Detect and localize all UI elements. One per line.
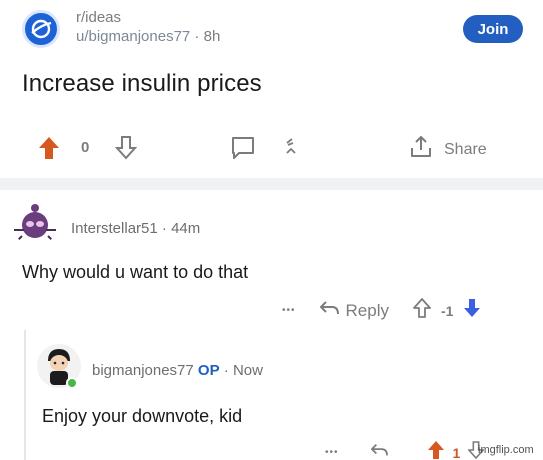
post-actions: 0 Share — [0, 130, 543, 166]
online-dot-icon — [66, 377, 78, 389]
subreddit-name[interactable]: r/ideas — [76, 8, 220, 27]
upvote-icon — [413, 298, 431, 322]
downvote-button[interactable] — [463, 298, 481, 323]
avatar[interactable] — [12, 200, 58, 246]
comment-button[interactable] — [230, 136, 256, 165]
avatar[interactable] — [36, 343, 82, 389]
section-divider — [0, 178, 543, 190]
reply-button[interactable]: Reply — [318, 299, 389, 322]
post-time: 8h — [203, 28, 221, 45]
thread-line — [24, 330, 26, 460]
comment-actions: ••• 1 — [325, 440, 486, 460]
reply-button[interactable] — [369, 442, 389, 460]
comment-score: -1 — [440, 302, 454, 319]
comment-body: Why would u want to do that — [22, 262, 249, 282]
subreddit-icon[interactable] — [22, 10, 60, 48]
upvote-button[interactable] — [427, 440, 445, 460]
downvote-icon — [114, 136, 138, 165]
more-icon[interactable]: ••• — [325, 447, 339, 458]
upvote-button[interactable] — [413, 298, 431, 323]
op-badge: OP — [197, 362, 220, 379]
comment-icon — [230, 136, 256, 165]
comment-author[interactable]: bigmanjones77 — [92, 362, 194, 379]
reply-label: Reply — [345, 300, 389, 320]
award-icon — [284, 136, 298, 165]
comment-time: 44m — [171, 220, 201, 237]
share-icon — [408, 134, 434, 165]
comment-meta: Interstellar51 · 44m — [71, 220, 201, 237]
watermark: imgflip.com — [478, 444, 534, 456]
post-downvote-button[interactable] — [114, 136, 138, 165]
post-upvote-button[interactable] — [38, 136, 60, 165]
downvote-icon — [463, 299, 481, 322]
upvote-icon — [38, 136, 60, 165]
share-button[interactable]: Share — [408, 134, 487, 165]
upvote-icon — [427, 441, 445, 460]
reply-icon — [318, 299, 340, 322]
share-label: Share — [444, 140, 487, 158]
comment-meta: bigmanjones77 OP · Now — [92, 362, 263, 379]
comment: Interstellar51 · 44m Why would u want to… — [0, 190, 543, 330]
comment-author[interactable]: Interstellar51 — [71, 220, 158, 237]
more-icon[interactable]: ••• — [282, 305, 296, 316]
reply-icon — [369, 444, 389, 460]
post-author[interactable]: u/bigmanjones77 — [76, 28, 190, 45]
award-button[interactable] — [284, 136, 298, 165]
comment-score: 1 — [452, 444, 461, 460]
post-card: r/ideas u/bigmanjones77 · 8h Join Increa… — [0, 0, 543, 178]
comment-actions: ••• Reply -1 — [282, 298, 481, 323]
post-byline: u/bigmanjones77 · 8h — [76, 28, 221, 45]
join-button[interactable]: Join — [463, 15, 523, 43]
comment-body: Enjoy your downvote, kid — [42, 406, 243, 426]
post-title: Increase insulin prices — [22, 70, 262, 97]
post-meta: r/ideas u/bigmanjones77 · 8h — [76, 8, 220, 47]
post-score: 0 — [81, 139, 90, 156]
comment-time: Now — [232, 362, 263, 379]
